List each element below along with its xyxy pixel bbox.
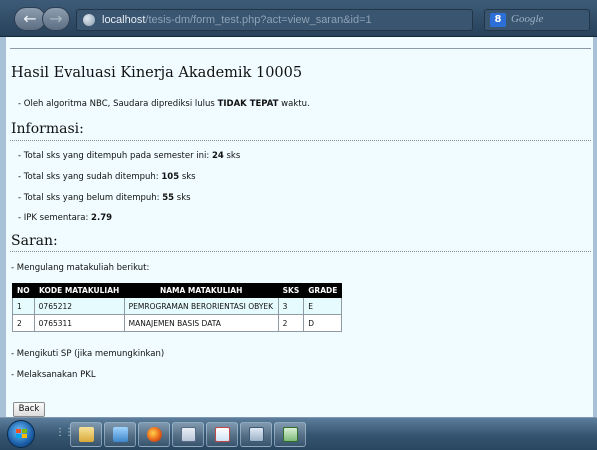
globe-icon: [83, 14, 95, 26]
search-box[interactable]: 8 Google: [484, 9, 590, 31]
url-host: localhost: [102, 14, 146, 26]
divider: [10, 251, 591, 252]
table-row: 1 0765212 PEMROGRAMAN BERORIENTASI OBYEK…: [12, 297, 343, 315]
explorer-icon: [79, 427, 94, 442]
column-header: KODE MATAKULIAH: [33, 283, 125, 298]
taskbar-excel-button[interactable]: [274, 422, 306, 447]
paint-icon: [215, 427, 230, 442]
back-button[interactable]: Back: [13, 402, 45, 417]
url-path: /tesis-dm/form_test.php?act=view_saran&i…: [145, 14, 372, 26]
table-cell: D: [303, 314, 343, 332]
info-line-ipk: - IPK sementara: 2.79: [18, 213, 113, 223]
taskbar-paint-button[interactable]: [206, 422, 238, 447]
table-cell: 3: [277, 297, 305, 315]
table-cell: 0765212: [33, 297, 125, 315]
column-header: SKS: [277, 283, 305, 298]
column-header: NAMA MATAKULIAH: [123, 283, 279, 298]
start-button[interactable]: [7, 420, 35, 448]
taskbar-explorer-button[interactable]: [70, 422, 102, 447]
taskbar-calculator-button[interactable]: [240, 422, 272, 447]
prediction-text: - Oleh algoritma NBC, Saudara diprediksi…: [18, 99, 310, 109]
saran-item-sp: - Mengikuti SP (jika memungkinkan): [11, 349, 165, 359]
page-content: Hasil Evaluasi Kinerja Akademik 10005 - …: [0, 37, 597, 417]
page-title: Hasil Evaluasi Kinerja Akademik 10005: [11, 65, 303, 81]
taskbar-folder-button[interactable]: [104, 422, 136, 447]
table-cell: 1: [12, 297, 35, 315]
saran-intro: - Mengulang matakuliah berikut:: [11, 263, 150, 273]
info-line-sks-remaining: - Total sks yang belum ditempuh: 55 sks: [18, 193, 191, 203]
divider: [10, 140, 591, 141]
table-cell: PEMROGRAMAN BERORIENTASI OBYEK: [123, 297, 279, 315]
search-engine-icon[interactable]: 8: [490, 13, 506, 27]
taskbar-word-button[interactable]: [172, 422, 204, 447]
saran-item-pkl: - Melaksanakan PKL: [11, 370, 96, 380]
section-heading-informasi: Informasi:: [11, 121, 84, 137]
taskbar: ⋮⋮: [0, 417, 597, 450]
firefox-icon: [147, 427, 162, 442]
table-header-row: NO KODE MATAKULIAH NAMA MATAKULIAH SKS G…: [12, 283, 343, 298]
search-placeholder: Google: [511, 13, 544, 25]
word-icon: [181, 427, 196, 442]
address-bar[interactable]: localhost/tesis-dm/form_test.php?act=vie…: [76, 9, 473, 31]
table-cell: MANAJEMEN BASIS DATA: [123, 314, 279, 332]
table-cell: 2: [277, 314, 305, 332]
taskbar-firefox-button[interactable]: [138, 422, 170, 447]
excel-icon: [283, 427, 298, 442]
windows-logo-icon: [16, 429, 28, 440]
matakuliah-table: NO KODE MATAKULIAH NAMA MATAKULIAH SKS G…: [12, 283, 343, 332]
table-cell: E: [303, 297, 343, 315]
prediction-result: TIDAK TEPAT: [217, 99, 279, 109]
table-cell: 2: [12, 314, 35, 332]
folder-icon: [113, 427, 128, 442]
forward-arrow-icon[interactable]: →: [42, 7, 70, 31]
table-row: 2 0765311 MANAJEMEN BASIS DATA 2 D: [12, 314, 343, 332]
info-line-sks-done: - Total sks yang sudah ditempuh: 105 sks: [18, 172, 196, 182]
browser-toolbar: ← → localhost/tesis-dm/form_test.php?act…: [0, 0, 597, 37]
table-cell: 0765311: [33, 314, 125, 332]
column-header: NO: [12, 283, 35, 298]
divider: [10, 48, 591, 49]
section-heading-saran: Saran:: [11, 233, 58, 249]
info-line-sks-semester: - Total sks yang ditempuh pada semester …: [18, 151, 241, 161]
column-header: GRADE: [303, 283, 343, 298]
calculator-icon: [249, 427, 264, 442]
